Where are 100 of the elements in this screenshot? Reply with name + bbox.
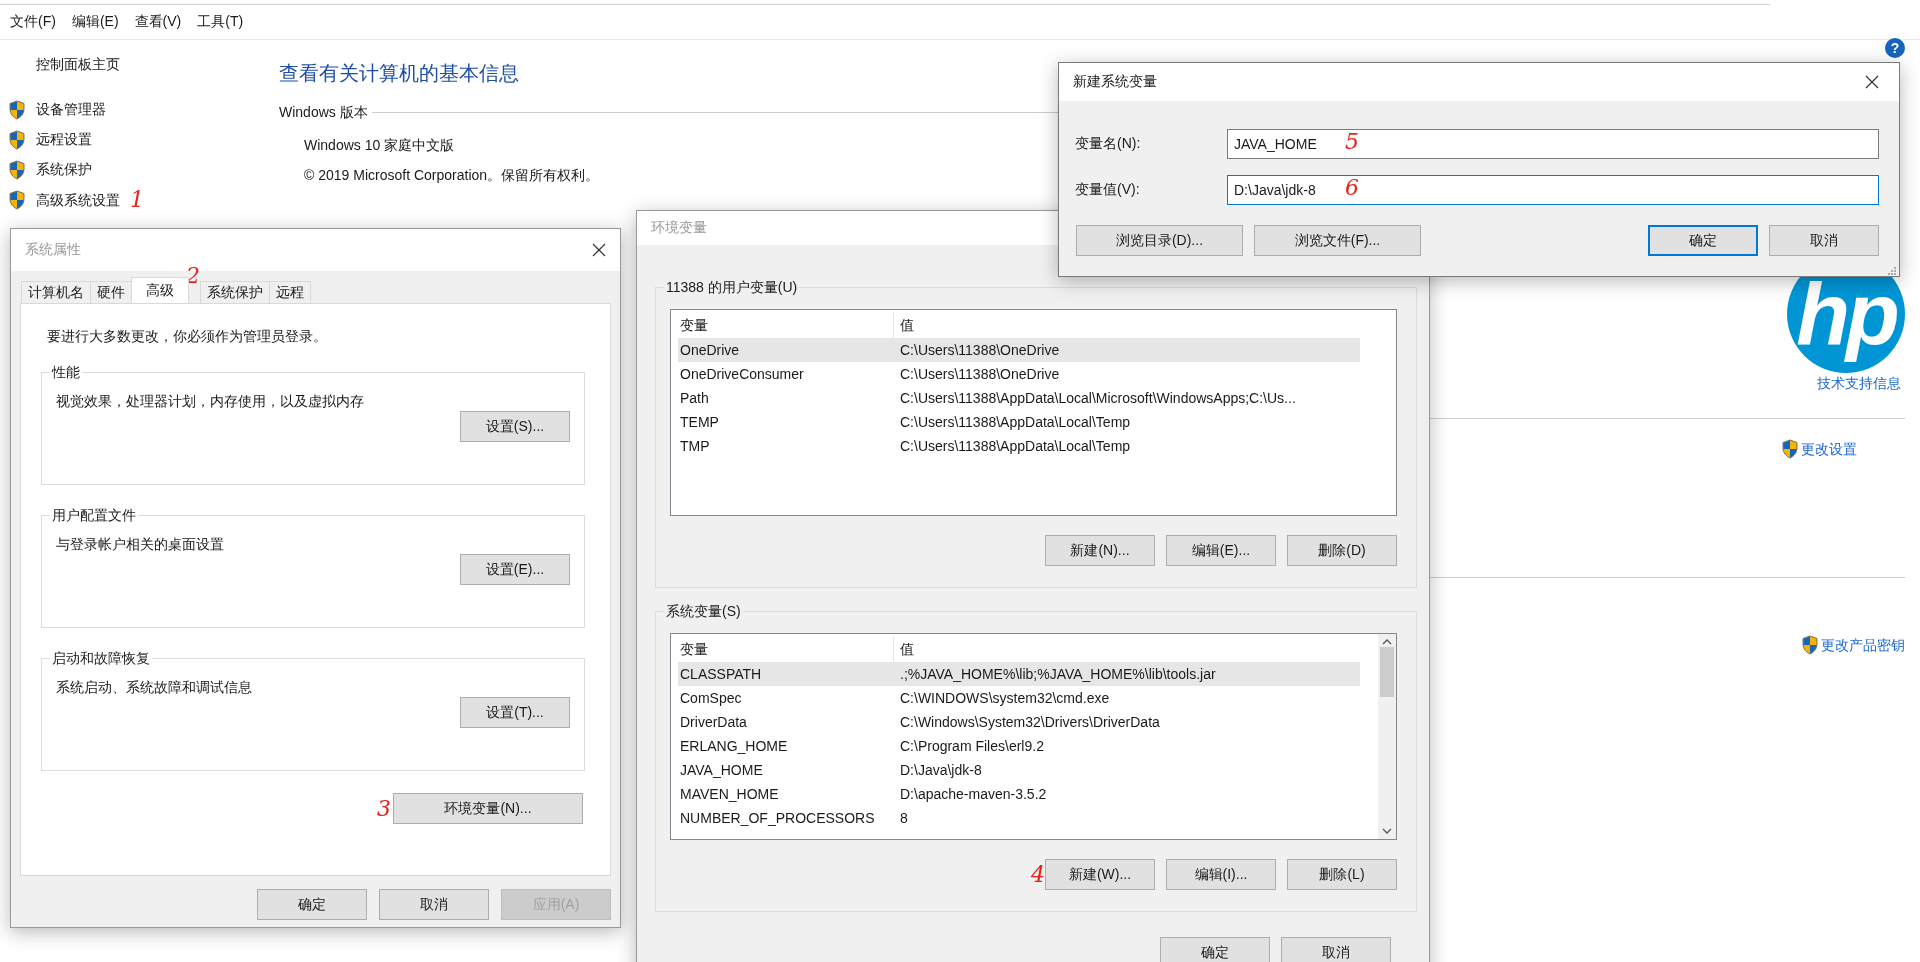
sidebar-link[interactable]: 设备管理器	[36, 99, 106, 120]
sidebar-link[interactable]: 系统保护	[36, 159, 92, 180]
settings-button[interactable]: 设置(T)...	[460, 697, 570, 728]
dialog-button[interactable]: 删除(L)	[1287, 859, 1397, 890]
edition-text: Windows 10 家庭中文版	[304, 136, 455, 155]
table-cell-text: DriverData	[679, 714, 748, 730]
group-description: 系统启动、系统故障和调试信息	[56, 678, 253, 697]
column-header[interactable]: 值	[894, 311, 1360, 338]
annotation-mark: 5	[1345, 131, 1359, 153]
dialog-button[interactable]: 确定	[257, 889, 367, 920]
close-icon[interactable]	[1865, 75, 1879, 89]
list-row[interactable]: OneDrive C:\Users\11388\OneDrive	[678, 338, 1360, 362]
chevron-up-icon[interactable]	[1382, 638, 1392, 645]
list-row[interactable]: JAVA_HOME D:\Java\jdk-8	[678, 758, 1360, 782]
browse-button[interactable]: 浏览文件(F)...	[1254, 225, 1421, 256]
table-cell-text: OneDrive	[679, 342, 741, 358]
annotation-mark: 6	[1345, 177, 1359, 199]
menu-item[interactable]: 文件(F)	[2, 13, 64, 31]
sidebar-link[interactable]: 控制面板主页	[36, 54, 270, 74]
field-label: 变量值(V):	[1075, 181, 1141, 199]
table-cell-text: NUMBER_OF_PROCESSORS	[679, 810, 876, 826]
help-icon[interactable]: ?	[1885, 38, 1905, 58]
tab[interactable]: 系统保护	[200, 281, 270, 303]
shield-icon	[8, 190, 26, 210]
settings-button[interactable]: 设置(S)...	[460, 411, 570, 442]
tab[interactable]: 远程	[269, 281, 311, 303]
list-row[interactable]: ComSpec C:\WINDOWS\system32\cmd.exe	[678, 686, 1360, 710]
list-row[interactable]: MAVEN_HOME D:\apache-maven-3.5.2	[678, 782, 1360, 806]
column-header[interactable]: 值	[894, 635, 1360, 662]
list-row[interactable]: Path C:\Users\11388\AppData\Local\Microsoft\WindowsApps;C:\Us...	[678, 386, 1360, 410]
scrollbar[interactable]	[1378, 634, 1396, 839]
shield-icon	[1781, 439, 1799, 459]
list-row[interactable]: OneDriveConsumer C:\Users\11388\OneDrive	[678, 362, 1360, 386]
dialog-button[interactable]: 取消	[379, 889, 489, 920]
table-cell-text: MAVEN_HOME	[679, 786, 780, 802]
shield-icon	[8, 99, 26, 120]
table-cell-text: C:\Users\11388\OneDrive	[899, 366, 1061, 382]
list-row[interactable]: TMP C:\Users\11388\AppData\Local\Temp	[678, 434, 1360, 458]
copyright-text: © 2019 Microsoft Corporation。保留所有权利。	[304, 166, 600, 185]
notice-text: 要进行大多数更改，你必须作为管理员登录。	[47, 327, 328, 346]
table-cell-text: C:\Program Files\erl9.2	[899, 738, 1045, 754]
table-cell-text: C:\Users\11388\OneDrive	[899, 342, 1061, 358]
list-row[interactable]: CLASSPATH .;%JAVA_HOME%\lib;%JAVA_HOME%\lib\tools.jar	[678, 662, 1360, 686]
sidebar-link[interactable]: 高级系统设置	[36, 189, 120, 211]
browse-button[interactable]: 浏览目录(D)...	[1076, 225, 1243, 256]
column-header[interactable]: 变量	[678, 311, 894, 338]
group-description: 与登录帐户相关的桌面设置	[56, 535, 225, 554]
shield-icon	[8, 129, 26, 150]
table-cell-text: Path	[679, 390, 710, 406]
table-cell-text: C:\WINDOWS\system32\cmd.exe	[899, 690, 1111, 706]
page-heading: 查看有关计算机的基本信息	[279, 61, 519, 86]
dialog-button[interactable]: 新建(N)...	[1045, 535, 1155, 566]
table-cell-text: .;%JAVA_HOME%\lib;%JAVA_HOME%\lib\tools.jar	[899, 666, 1217, 682]
settings-link[interactable]: 更改设置	[1801, 439, 1857, 459]
field-label: 变量名(N):	[1075, 135, 1142, 153]
table-cell-text: 8	[899, 810, 909, 826]
dialog-button[interactable]: 编辑(E)...	[1166, 535, 1276, 566]
resize-grip-icon[interactable]	[1887, 266, 1897, 276]
table-cell-text: C:\Users\11388\AppData\Local\Temp	[899, 414, 1132, 430]
group-title: 性能	[50, 363, 81, 381]
environment-variables-button[interactable]: 环境变量(N)...	[393, 793, 583, 824]
scrollbar-thumb[interactable]	[1380, 647, 1394, 697]
table-cell-text: C:\Users\11388\AppData\Local\Temp	[899, 438, 1132, 454]
shield-icon	[1801, 635, 1819, 655]
shield-icon	[8, 159, 26, 180]
close-icon[interactable]	[592, 243, 606, 257]
table-cell-text: C:\Users\11388\AppData\Local\Microsoft\WindowsApps;C:\Us...	[899, 390, 1297, 406]
group-title: 启动和故障恢复	[51, 649, 151, 667]
dialog-button[interactable]: 确定	[1160, 937, 1270, 962]
section-title: Windows 版本	[279, 103, 368, 122]
annotation-mark: 3	[377, 797, 391, 820]
dialog-button[interactable]: 取消	[1281, 937, 1391, 962]
settings-link[interactable]: 更改产品密钥	[1821, 635, 1905, 655]
menu-item[interactable]: 查看(V)	[126, 13, 190, 31]
group-title: 11388 的用户变量(U)	[665, 278, 799, 296]
table-cell-text: JAVA_HOME	[679, 762, 764, 778]
dialog-button[interactable]: 编辑(I)...	[1166, 859, 1276, 890]
group-title: 用户配置文件	[51, 506, 137, 524]
dialog-button[interactable]: 删除(D)	[1287, 535, 1397, 566]
list-row[interactable]: NUMBER_OF_PROCESSORS 8	[678, 806, 1360, 830]
table-cell-text: ComSpec	[679, 690, 743, 706]
menu-item[interactable]: 编辑(E)	[63, 13, 127, 31]
dialog-button[interactable]: 取消	[1769, 225, 1879, 256]
column-header[interactable]: 变量	[678, 635, 894, 662]
tab[interactable]: 计算机名	[21, 281, 91, 303]
settings-button[interactable]: 设置(E)...	[460, 554, 570, 585]
menu-item[interactable]: 工具(T)	[189, 13, 252, 31]
table-cell-text: TEMP	[679, 414, 720, 430]
group-title: 系统变量(S)	[665, 602, 742, 620]
list-row[interactable]: TEMP C:\Users\11388\AppData\Local\Temp	[678, 410, 1360, 434]
window-title: 新建系统变量	[1073, 73, 1157, 91]
tab[interactable]: 高级	[131, 277, 189, 303]
dialog-button[interactable]: 新建(W)...	[1045, 859, 1155, 890]
dialog-button[interactable]: 确定	[1648, 225, 1758, 256]
chevron-down-icon[interactable]	[1382, 828, 1392, 835]
support-link[interactable]: 技术支持信息	[1817, 373, 1901, 393]
list-row[interactable]: DriverData C:\Windows\System32\Drivers\DriverData	[678, 710, 1360, 734]
list-row[interactable]: ERLANG_HOME C:\Program Files\erl9.2	[678, 734, 1360, 758]
sidebar-link[interactable]: 远程设置	[36, 129, 92, 150]
table-cell-text: C:\Windows\System32\Drivers\DriverData	[899, 714, 1161, 730]
